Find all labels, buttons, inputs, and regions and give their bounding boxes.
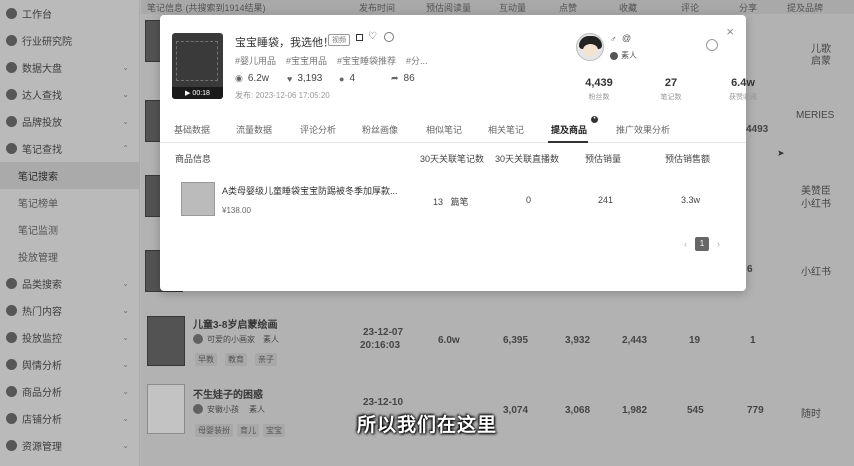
copy-icon[interactable] [356,34,363,41]
note-detail-modal: × ▶ 00:18 宝宝睡袋，我选他！ 视频 ♡ #婴儿用品 #宝宝用品 #宝宝睡… [160,15,757,291]
note-tag[interactable]: #宝宝用品 [286,54,327,67]
note-tag[interactable]: #宝宝睡袋推荐 [337,54,396,67]
tab-traffic-data[interactable]: 流量数据 [236,123,272,136]
cover-artwork [176,41,218,81]
heart-icon: ♥ [287,73,293,84]
follow-icon[interactable] [706,39,718,51]
pagination: ‹ 1 › [684,237,720,251]
column-header[interactable]: 预估销售额 [665,152,710,165]
tab-related-notes[interactable]: 相关笔记 [488,123,524,136]
video-duration: ▶ 00:18 [172,87,223,99]
favorite-icon[interactable]: ♡ [368,31,377,42]
page-number-button[interactable]: 1 [695,237,709,251]
video-badge: 视频 [328,34,350,46]
note-cover-image[interactable]: ▶ 00:18 [172,33,223,99]
note-stats: ◉ 6.2w ♥ 3,193 ● 4 ➦ 86 [235,73,443,84]
author-stats: 4,439 粉丝数 27 笔记数 6.4w 获赞收藏 [563,77,779,102]
column-header[interactable]: 预估销量 [585,152,621,165]
column-header: 商品信息 [175,154,212,164]
tab-mentioned-products[interactable]: 提及商品 [551,123,587,136]
shares-stat: ➦ 86 [391,73,415,84]
likes-collects-stat: 6.4w 获赞收藏 [729,77,757,101]
mouse-cursor-icon: ➤ [777,148,785,158]
next-page-button[interactable]: › [717,239,720,249]
prev-page-button[interactable]: ‹ [684,239,687,249]
tab-similar-notes[interactable]: 相似笔记 [426,123,462,136]
related-notes-count: 13 篇笔 [433,197,469,207]
notes-count-stat: 27 笔记数 [660,77,682,101]
views-stat: ◉ 6.2w [235,73,269,84]
product-image[interactable] [181,182,215,216]
video-subtitle: 所以我们在这里 [356,415,497,436]
publish-time: 发布: 2023-12-06 17:05:20 [235,91,330,100]
author-role: 素人 [610,50,637,61]
fans-stat: 4,439 粉丝数 [585,77,613,101]
author-avatar[interactable] [576,33,604,61]
note-title[interactable]: 宝宝睡袋，我选他！ [235,34,334,50]
note-tag[interactable]: #婴儿用品 [235,54,276,67]
active-tab-indicator [548,141,588,143]
detail-tabs: 基础数据 流量数据 评论分析 粉丝画像 相似笔记 相关笔记 提及商品 推广效果分… [160,118,746,143]
gender-icon: ♂ [610,34,617,44]
close-icon[interactable]: × [726,24,734,39]
note-tag[interactable]: #分... [406,54,428,67]
tab-comment-analysis[interactable]: 评论分析 [300,123,336,136]
tab-basic-data[interactable]: 基础数据 [174,123,210,136]
comments-stat: ● 4 [339,73,355,84]
info-icon: • [591,116,598,123]
role-icon [610,51,618,60]
note-tags: #婴儿用品 #宝宝用品 #宝宝睡袋推荐 #分... [235,54,428,67]
product-price: ¥138.00 [222,206,251,215]
emoji-icon[interactable] [384,32,394,42]
tab-promotion-analysis[interactable]: 推广效果分析 [616,123,670,136]
likes-stat: ♥ 3,193 [287,73,323,84]
product-name[interactable]: A类母婴级儿童睡袋宝宝防踢被冬季加厚款... [222,184,398,197]
column-header: 30天关联直播数 [495,154,560,164]
share-icon: ➦ [391,73,399,83]
play-icon: ▶ [185,90,191,97]
tab-fan-profile[interactable]: 粉丝画像 [362,123,398,136]
comment-icon: ● [339,73,345,84]
at-icon: @ [622,33,632,43]
estimated-sales: 241 [598,195,614,205]
related-lives-count: 0 [526,195,532,205]
eye-icon: ◉ [235,73,243,83]
column-header: 30天关联笔记数 [420,154,485,164]
estimated-revenue: 3.3w [681,195,701,205]
